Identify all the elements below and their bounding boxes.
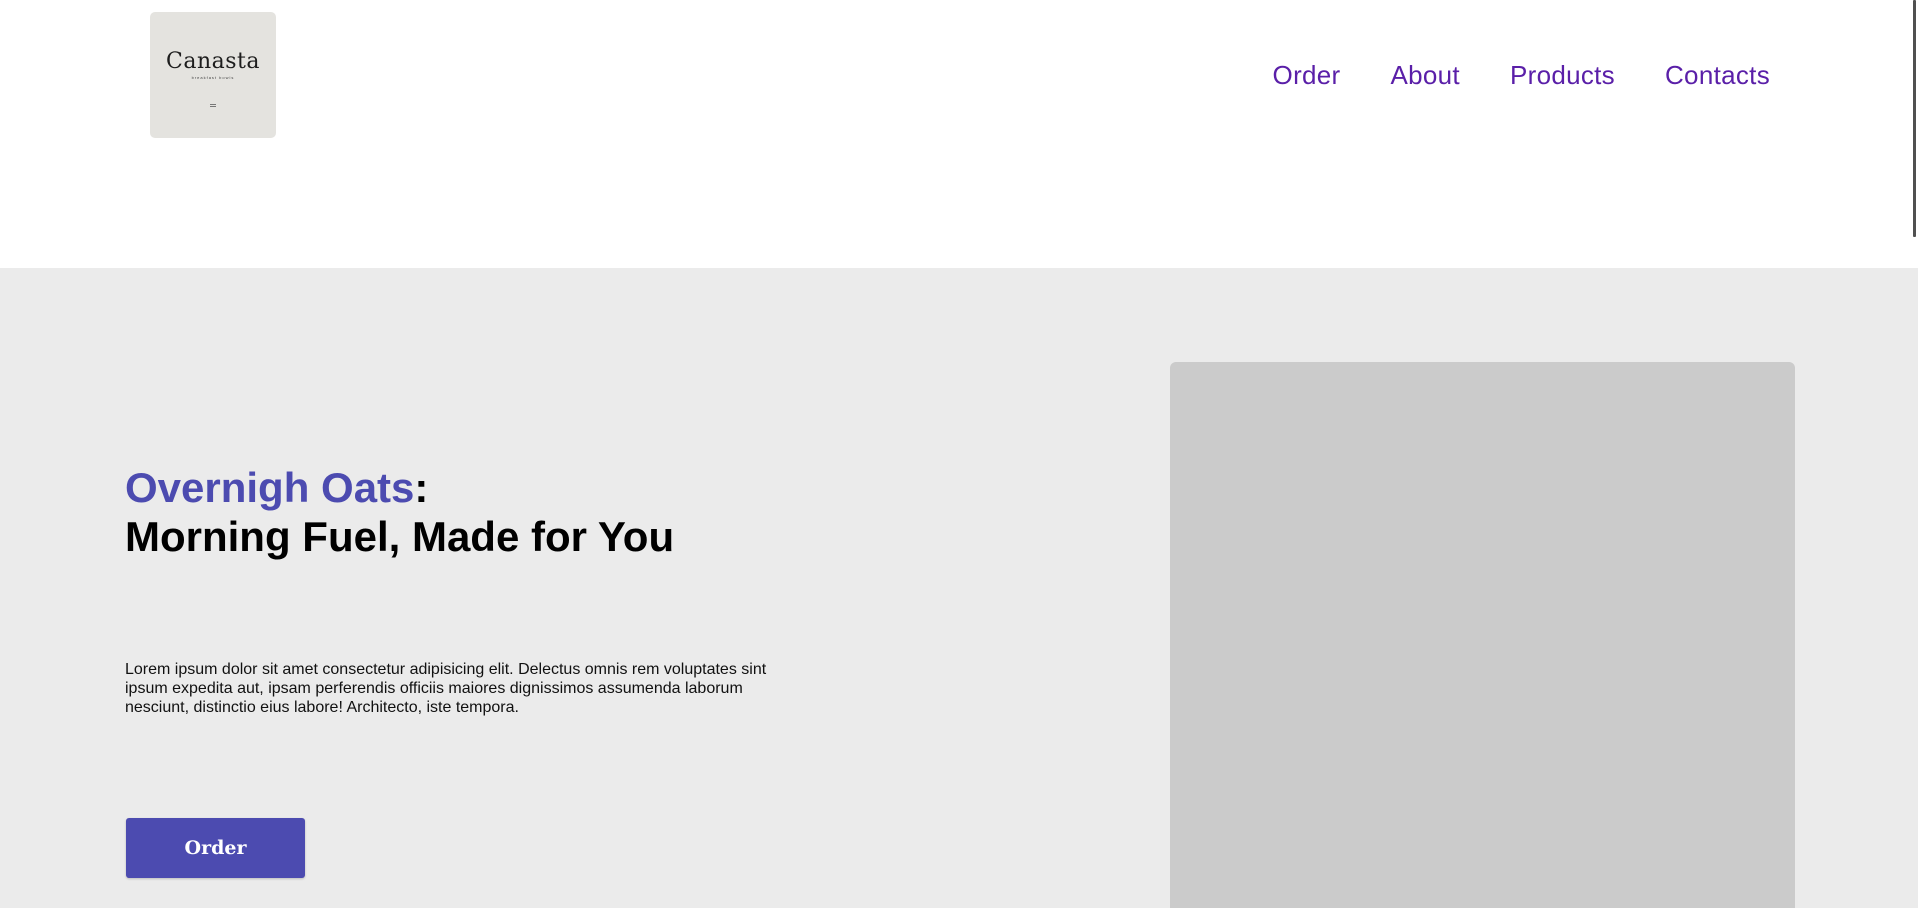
hero-image-placeholder [1170, 362, 1795, 908]
page: Canasta breakfast bowls Order About Prod… [0, 0, 1918, 908]
nav-link-about[interactable]: About [1391, 60, 1460, 91]
logo-tagline: breakfast bowls [191, 75, 235, 80]
hero-title-line2: Morning Fuel, Made for You [125, 513, 675, 560]
scrollbar-thumb[interactable] [1913, 0, 1916, 237]
hero-section: Overnigh Oats: Morning Fuel, Made for Yo… [0, 268, 1918, 908]
hero-title-colon: : [414, 464, 429, 511]
hero-title-accent: Overnigh Oats [125, 464, 415, 511]
nav-link-contacts[interactable]: Contacts [1665, 60, 1770, 91]
nav-link-order[interactable]: Order [1273, 60, 1341, 91]
logo-mark-icon [210, 104, 216, 107]
logo-wordmark: Canasta [166, 49, 260, 74]
nav-link-products[interactable]: Products [1510, 60, 1615, 91]
site-header: Canasta breakfast bowls Order About Prod… [0, 0, 1918, 268]
logo[interactable]: Canasta breakfast bowls [150, 12, 276, 138]
hero-description: Lorem ipsum dolor sit amet consectetur a… [125, 661, 767, 716]
main-nav: Order About Products Contacts [1273, 60, 1770, 91]
order-button[interactable]: Order [126, 818, 305, 878]
hero-title: Overnigh Oats: Morning Fuel, Made for Yo… [125, 463, 674, 561]
